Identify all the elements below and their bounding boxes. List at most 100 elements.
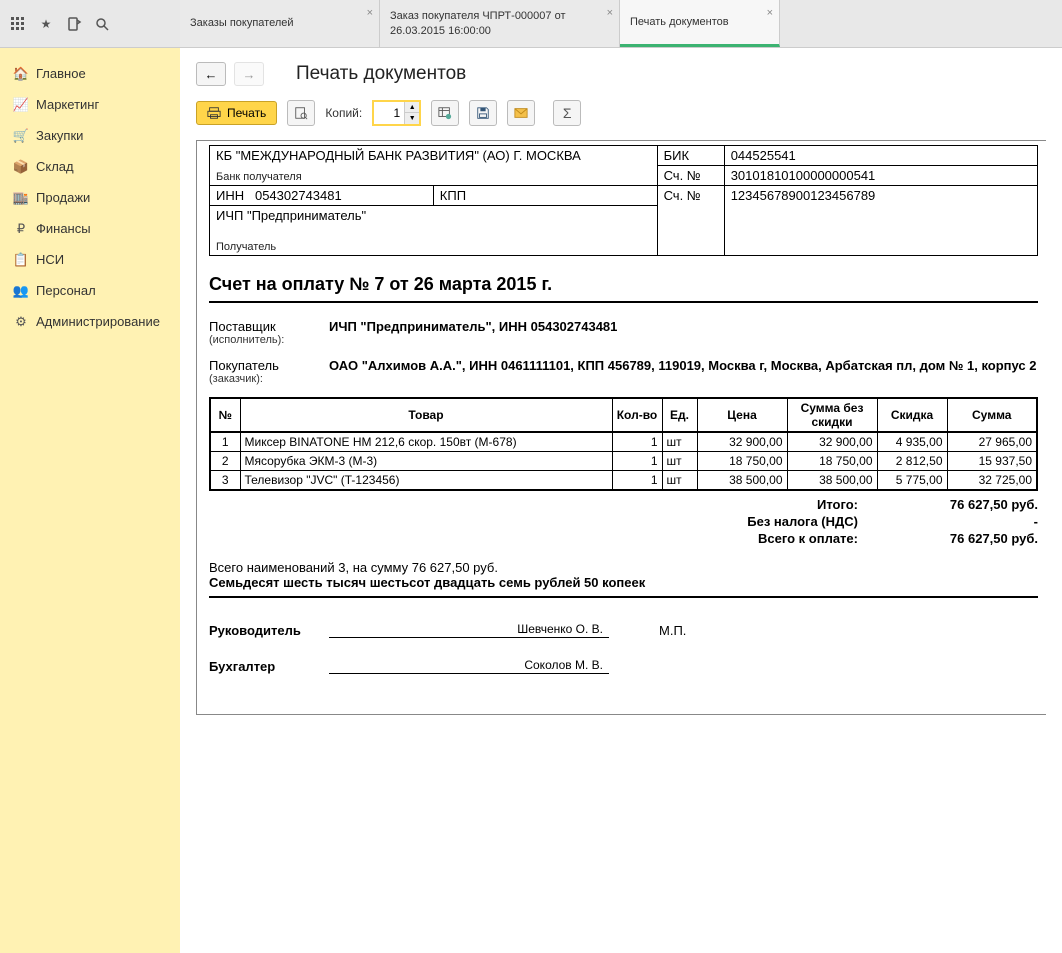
tab-order[interactable]: Заказ покупателя ЧПРТ-000007 от 26.03.20… — [380, 0, 620, 47]
sidebar-item-label: Администрирование — [36, 314, 160, 329]
copies-stepper[interactable]: ▲ ▼ — [372, 100, 421, 126]
sidebar-item-warehouse[interactable]: 📦Склад — [0, 151, 180, 182]
close-icon[interactable]: × — [367, 6, 373, 20]
sidebar-item-purchases[interactable]: 🛒 Закупки — [0, 120, 180, 151]
list-icon: 📋 — [14, 253, 28, 267]
tabs: Заказы покупателей × Заказ покупателя ЧП… — [180, 0, 1062, 47]
printer-icon — [207, 106, 221, 120]
col-n: № — [210, 398, 240, 432]
sigma-icon: Σ — [563, 105, 572, 121]
acc-label: Сч. № — [664, 168, 701, 183]
bik-value: 044525541 — [731, 148, 796, 163]
col-name: Товар — [240, 398, 612, 432]
copies-label: Копий: — [325, 106, 362, 120]
tab-print-docs[interactable]: Печать документов × — [620, 0, 780, 47]
col-unit: Ед. — [662, 398, 697, 432]
sidebar-item-label: Маркетинг — [36, 97, 99, 112]
head-name: Шевченко О. В. — [329, 622, 609, 638]
table-row: 1Миксер BINATONE HM 212,6 скор. 150вт (M… — [210, 432, 1037, 452]
sidebar-item-label: Финансы — [36, 221, 91, 236]
copies-down[interactable]: ▼ — [405, 113, 419, 124]
mail-icon — [514, 106, 528, 120]
save-button[interactable] — [469, 100, 497, 126]
sidebar-item-finance[interactable]: ₽Финансы — [0, 213, 180, 244]
copies-up[interactable]: ▲ — [405, 102, 419, 113]
mail-button[interactable] — [507, 100, 535, 126]
sidebar-item-admin[interactable]: ⚙Администрирование — [0, 306, 180, 337]
shop-icon: 🏬 — [14, 191, 28, 205]
document-title: Счет на оплату № 7 от 26 марта 2015 г. — [209, 274, 1038, 295]
page-title: Печать документов — [296, 63, 466, 85]
recipient-label: Получатель — [216, 241, 276, 253]
buyer-label: Покупатель — [209, 358, 309, 373]
forward-button[interactable]: → — [234, 62, 264, 86]
apps-icon[interactable] — [10, 16, 26, 32]
corr-acc: 30101810100000000541 — [731, 168, 876, 183]
totals: Итого:76 627,50 руб. Без налога (НДС)- В… — [209, 497, 1038, 546]
inn-value: 054302743481 — [255, 188, 342, 203]
preview-button[interactable] — [287, 100, 315, 126]
buyer-value: ОАО "Алхимов А.А.", ИНН 0461111101, КПП … — [329, 358, 1038, 385]
settings-button[interactable] — [431, 100, 459, 126]
sidebar: 🏠Главное 📈Маркетинг 🛒 Закупки 📦Склад 🏬 Про… — [0, 48, 180, 953]
bank-name: КБ "МЕЖДУНАРОДНЫЙ БАНК РАЗВИТИЯ" (АО) Г.… — [216, 148, 581, 163]
head-label: Руководитель — [209, 623, 329, 638]
summary-line: Всего наименований 3, на сумму 76 627,50… — [209, 560, 1038, 575]
col-sumnd: Сумма без скидки — [787, 398, 877, 432]
supplier-value: ИЧП "Предприниматель", ИНН 054302743481 — [329, 319, 1038, 346]
total-itogo-label: Итого: — [817, 497, 858, 512]
supplier-row: Поставщик (исполнитель): ИЧП "Предприним… — [209, 319, 1038, 346]
buyer-row: Покупатель (заказчик): ОАО "Алхимов А.А.… — [209, 358, 1038, 385]
recipient-name: ИЧП "Предприниматель" — [216, 208, 366, 223]
items-table: № Товар Кол-во Ед. Цена Сумма без скидки… — [209, 397, 1038, 491]
total-novat-label: Без налога (НДС) — [747, 514, 858, 529]
sidebar-item-main[interactable]: 🏠Главное — [0, 58, 180, 89]
sidebar-item-label: Закупки — [36, 128, 83, 143]
preview-icon — [294, 106, 308, 120]
sidebar-item-personnel[interactable]: 👥Персонал — [0, 275, 180, 306]
document: КБ "МЕЖДУНАРОДНЫЙ БАНК РАЗВИТИЯ" (АО) Г.… — [201, 145, 1046, 714]
table-gear-icon — [438, 106, 452, 120]
close-icon[interactable]: × — [767, 6, 773, 20]
floppy-icon — [476, 106, 490, 120]
acc2-label: Сч. № — [664, 188, 701, 203]
print-label: Печать — [227, 106, 266, 120]
tab-label: Заказ покупателя ЧПРТ-000007 от 26.03.20… — [390, 9, 609, 38]
sidebar-item-nsi[interactable]: 📋НСИ — [0, 244, 180, 275]
sidebar-item-label: Продажи — [36, 190, 90, 205]
summary: Всего наименований 3, на сумму 76 627,50… — [209, 560, 1038, 590]
back-button[interactable]: ← — [196, 62, 226, 86]
kpp-label: КПП — [440, 188, 466, 203]
search-icon[interactable] — [94, 16, 110, 32]
total-itogo: 76 627,50 руб. — [858, 497, 1038, 512]
sidebar-item-marketing[interactable]: 📈Маркетинг — [0, 89, 180, 120]
box-icon: 📦 — [14, 160, 28, 174]
sigma-button[interactable]: Σ — [553, 100, 581, 126]
summary-words: Семьдесят шесть тысяч шестьсот двадцать … — [209, 575, 1038, 590]
tab-label: Заказы покупателей — [190, 16, 369, 30]
col-price: Цена — [697, 398, 787, 432]
acc-name: Соколов М. В. — [329, 658, 609, 674]
signatures: Руководитель Шевченко О. В. М.П. Бухгалт… — [209, 622, 1038, 674]
sidebar-item-label: Персонал — [36, 283, 96, 298]
divider — [209, 301, 1038, 303]
supplier-sublabel: (исполнитель): — [209, 334, 309, 346]
star-icon[interactable]: ★ — [38, 16, 54, 32]
col-qty: Кол-во — [612, 398, 662, 432]
bik-label: БИК — [664, 148, 689, 163]
print-toolbar: Печать Копий: ▲ ▼ Σ — [196, 100, 1046, 126]
total-topay: 76 627,50 руб. — [858, 531, 1038, 546]
tab-orders[interactable]: Заказы покупателей × — [180, 0, 380, 47]
divider — [209, 596, 1038, 598]
cart-icon: 🛒 — [14, 129, 28, 143]
copies-input[interactable] — [374, 104, 404, 122]
col-sum: Сумма — [947, 398, 1037, 432]
sidebar-item-sales[interactable]: 🏬 Продажи — [0, 182, 180, 213]
history-icon[interactable] — [66, 16, 82, 32]
supplier-label: Поставщик — [209, 319, 309, 334]
nav-row: ← → Печать документов — [196, 62, 1046, 86]
mp-label: М.П. — [659, 623, 686, 638]
close-icon[interactable]: × — [607, 6, 613, 20]
print-button[interactable]: Печать — [196, 101, 277, 125]
home-icon: 🏠 — [14, 67, 28, 81]
